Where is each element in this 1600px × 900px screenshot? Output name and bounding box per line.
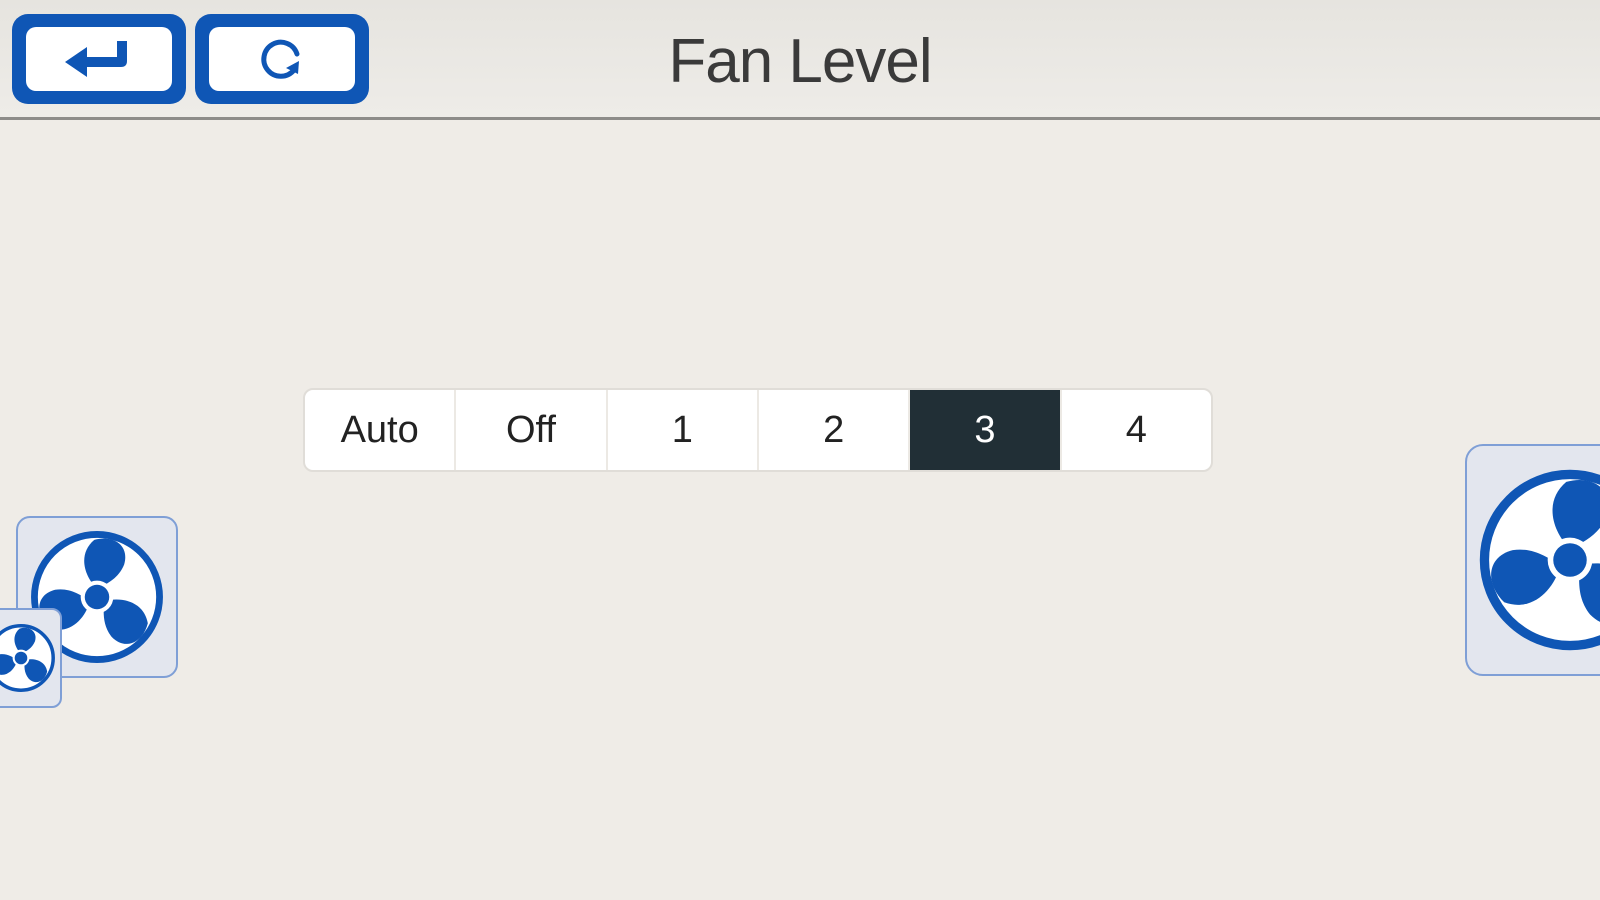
fan-tile-right[interactable] (1465, 444, 1600, 676)
page-title: Fan Level (668, 27, 932, 96)
fan-level-option[interactable]: 1 (608, 390, 759, 470)
fan-level-option[interactable]: 2 (759, 390, 911, 470)
fan-level-option[interactable]: 3 (910, 390, 1062, 470)
fan-tile-small[interactable] (0, 608, 62, 708)
fan-icon (0, 624, 55, 692)
fan-icon (1479, 469, 1600, 651)
app-screen: Fan Level Auto Off 1 2 3 4 (0, 0, 1600, 900)
header-bar: Fan Level (0, 0, 1600, 120)
fan-level-selector: Auto Off 1 2 3 4 (303, 388, 1213, 472)
fan-level-option[interactable]: Auto (305, 390, 457, 470)
fan-level-option[interactable]: 4 (1062, 390, 1211, 470)
fan-level-option[interactable]: Off (456, 390, 608, 470)
